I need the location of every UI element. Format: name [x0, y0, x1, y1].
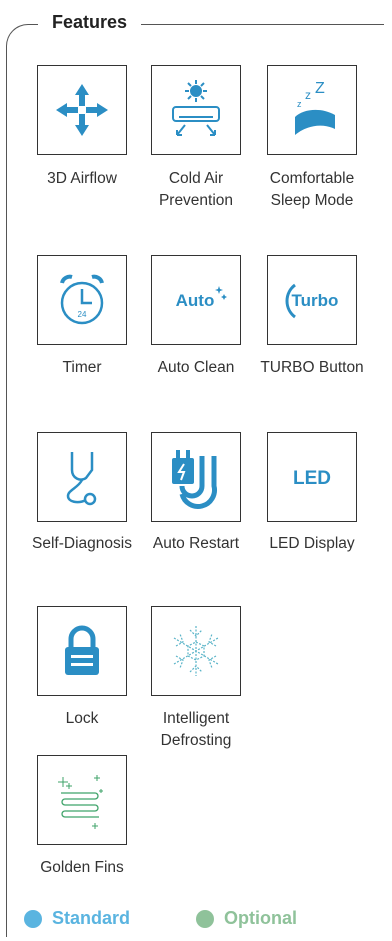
feature-label: LED Display — [269, 535, 355, 552]
feature-tile-timer: 24 — [37, 255, 127, 345]
led-icon: LED — [293, 468, 331, 489]
feature-label: Self-Diagnosis — [22, 533, 142, 555]
feature-label: Intelligent Defrosting — [160, 710, 232, 749]
led-icon-text: LED — [293, 468, 331, 489]
auto-clean-icon-text: Auto — [176, 291, 215, 310]
feature-label: TURBO Button — [260, 359, 364, 376]
snowflake-icon — [173, 626, 219, 676]
svg-text:z: z — [297, 99, 302, 109]
feature-tile-auto-clean: Auto — [151, 255, 241, 345]
timer-icon-text: 24 — [78, 310, 87, 319]
legend-label: Optional — [224, 908, 297, 928]
feature-tile-defrosting — [151, 606, 241, 696]
padlock-icon — [65, 625, 99, 675]
feature-label: Cold Air Prevention — [158, 170, 234, 209]
alarm-clock-icon: 24 — [60, 274, 104, 325]
turbo-icon-text: Turbo — [292, 291, 339, 310]
legend-standard: Standard — [24, 908, 130, 929]
section-title: Features — [38, 12, 142, 33]
legend-optional: Optional — [196, 908, 297, 929]
feature-tile-cold-air — [151, 65, 241, 155]
feature-label: 3D Airflow — [47, 170, 117, 187]
cold-air-prevention-icon — [172, 80, 220, 136]
feature-label: Auto Clean — [157, 359, 235, 376]
auto-clean-icon: Auto — [176, 286, 227, 310]
feature-tile-self-diagnosis — [37, 432, 127, 522]
standard-dot-icon — [24, 909, 42, 928]
svg-text:Z: Z — [315, 80, 325, 97]
feature-label: Golden Fins — [40, 859, 124, 876]
airflow-arrows-icon — [56, 84, 108, 136]
feature-label-text: Self-Diagnosis — [32, 535, 132, 552]
plug-restart-icon — [172, 450, 217, 509]
feature-tile-lock — [37, 606, 127, 696]
feature-label: Auto Restart — [152, 535, 240, 552]
feature-tile-led: LED — [267, 432, 357, 522]
feature-tile-turbo: Turbo — [267, 255, 357, 345]
feature-tile-3d-airflow — [37, 65, 127, 155]
golden-fins-icon — [58, 775, 103, 829]
legend-label: Standard — [52, 908, 131, 928]
turbo-icon: Turbo — [285, 283, 339, 319]
svg-text:z: z — [305, 88, 311, 102]
stethoscope-icon — [66, 452, 97, 506]
feature-tile-auto-restart — [151, 432, 241, 522]
feature-tile-golden-fins — [37, 755, 127, 845]
feature-label: Timer — [62, 359, 102, 376]
frame-top-line — [172, 24, 384, 25]
sleep-mode-icon: z z Z — [295, 80, 335, 135]
feature-tile-sleep: z z Z — [267, 65, 357, 155]
feature-label: Comfortable Sleep Mode — [269, 170, 355, 209]
feature-label: Lock — [65, 710, 99, 727]
optional-dot-icon — [196, 909, 214, 928]
